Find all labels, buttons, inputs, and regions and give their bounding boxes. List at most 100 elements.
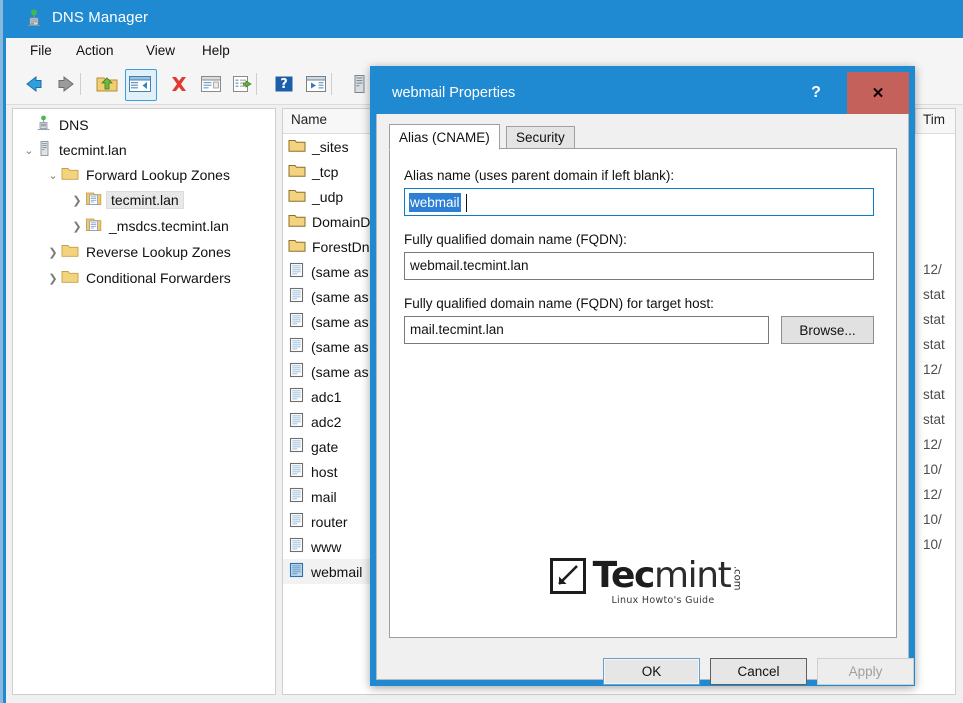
list-item[interactable]: webmail — [283, 559, 381, 584]
toolbar-separator — [331, 73, 332, 95]
list-item[interactable]: (same as — [283, 284, 369, 309]
record-icon — [288, 537, 305, 556]
list-item-name: _sites — [312, 139, 349, 155]
fqdn-input[interactable]: webmail.tecmint.lan — [404, 252, 874, 280]
list-item-name: _tcp — [312, 164, 338, 180]
target-host-value: mail.tecmint.lan — [410, 322, 504, 337]
list-item[interactable]: ForestDn — [283, 234, 370, 259]
list-item[interactable]: host — [283, 459, 337, 484]
tree-item-label: Forward Lookup Zones — [84, 167, 232, 183]
watermark-brand-light: mint — [654, 555, 730, 596]
ok-button[interactable]: OK — [603, 658, 700, 685]
column-header-timestamp[interactable]: Tim — [923, 112, 945, 127]
tecmint-logo-icon — [550, 558, 586, 594]
record-icon — [288, 412, 305, 431]
window-title: DNS Manager — [52, 9, 148, 26]
dialog-titlebar: webmail Properties ? ✕ — [376, 72, 909, 114]
record-icon-selected — [288, 562, 305, 581]
delete-icon[interactable] — [166, 71, 192, 97]
list-item[interactable]: (same as — [283, 334, 369, 359]
apply-button[interactable]: Apply — [817, 658, 914, 685]
watermark-brand: Tecmint — [593, 558, 731, 594]
record-icon — [288, 487, 305, 506]
back-icon[interactable] — [20, 71, 46, 97]
list-item-name: (same as — [311, 339, 369, 355]
list-item[interactable]: (same as — [283, 359, 369, 384]
window-left-edge — [0, 0, 6, 703]
list-item[interactable]: mail — [283, 484, 337, 509]
forward-icon[interactable] — [54, 71, 80, 97]
tab-security[interactable]: Security — [506, 126, 575, 149]
list-item-timestamp: 12/ — [923, 262, 942, 277]
tree-item-dns[interactable]: DNS — [13, 113, 91, 137]
list-item[interactable]: (same as — [283, 259, 369, 284]
dialog-tabstrip: Alias (CNAME) Security — [389, 124, 897, 149]
tree-chevron-expanded-icon[interactable]: ⌄ — [45, 169, 61, 182]
list-item-name: mail — [311, 489, 337, 505]
properties-icon[interactable] — [198, 71, 224, 97]
tree-item-zone-msdcs-tecmint-lan[interactable]: ❯ _msdcs.tecmint.lan — [13, 214, 231, 238]
tree-item-label: Conditional Forwarders — [84, 270, 233, 286]
cancel-button[interactable]: Cancel — [710, 658, 807, 685]
record-icon — [288, 362, 305, 381]
show-hide-tree-icon[interactable] — [127, 71, 153, 97]
list-item[interactable]: _tcp — [283, 159, 338, 184]
tree-chevron-expanded-icon[interactable]: ⌄ — [21, 144, 37, 157]
tree-item-tecmint-lan-server[interactable]: ⌄ tecmint.lan — [13, 138, 129, 162]
dialog-body: Alias (CNAME) Security Alias name (uses … — [376, 114, 909, 680]
record-icon — [288, 437, 305, 456]
tab-label: Security — [516, 130, 565, 145]
tree-item-label: Reverse Lookup Zones — [84, 244, 233, 260]
menu-file[interactable]: File — [24, 42, 58, 59]
list-item-timestamp: 12/ — [923, 437, 942, 452]
menu-view-label: View — [146, 43, 175, 58]
list-item[interactable]: (same as — [283, 309, 369, 334]
list-item[interactable]: _sites — [283, 134, 349, 159]
tree-chevron-collapsed-icon[interactable]: ❯ — [69, 194, 85, 207]
list-item-name: host — [311, 464, 337, 480]
list-item[interactable]: _udp — [283, 184, 343, 209]
list-item[interactable]: gate — [283, 434, 338, 459]
dialog-close-button[interactable]: ✕ — [847, 72, 909, 114]
tree-chevron-collapsed-icon[interactable]: ❯ — [69, 220, 85, 233]
column-header-name[interactable]: Name — [291, 112, 327, 127]
tree-chevron-collapsed-icon[interactable]: ❯ — [45, 272, 61, 285]
server-icon[interactable] — [346, 71, 372, 97]
dialog-help-button[interactable]: ? — [785, 72, 847, 114]
list-item-name: webmail — [311, 564, 362, 580]
export-list-icon[interactable] — [230, 71, 256, 97]
tree-item-conditional-forwarders[interactable]: ❯ Conditional Forwarders — [13, 266, 233, 290]
menu-file-label: File — [30, 43, 52, 58]
list-item[interactable]: DomainD — [283, 209, 370, 234]
list-item-name: adc2 — [311, 414, 341, 430]
question-mark-icon: ? — [811, 84, 821, 102]
column-divider[interactable] — [915, 109, 916, 133]
window-titlebar: DNS Manager — [6, 0, 963, 38]
menu-view[interactable]: View — [140, 42, 181, 59]
tree-item-reverse-lookup-zones[interactable]: ❯ Reverse Lookup Zones — [13, 240, 233, 264]
list-item-timestamp: 10/ — [923, 537, 942, 552]
tree-item-zone-tecmint-lan[interactable]: ❯ tecmint.lan — [13, 188, 184, 212]
apply-button-label: Apply — [849, 664, 883, 679]
menu-action[interactable]: Action — [70, 42, 120, 59]
help-icon[interactable]: ? — [271, 71, 297, 97]
list-item[interactable]: www — [283, 534, 341, 559]
console-tree-panel[interactable]: DNS ⌄ tecmint.lan ⌄ — [12, 108, 276, 695]
list-item[interactable]: adc2 — [283, 409, 341, 434]
tab-alias-cname[interactable]: Alias (CNAME) — [389, 124, 500, 150]
tree-item-forward-lookup-zones[interactable]: ⌄ Forward Lookup Zones — [13, 163, 232, 187]
up-one-level-icon[interactable] — [94, 71, 120, 97]
alias-name-input[interactable]: webmail — [404, 188, 874, 216]
browse-button[interactable]: Browse... — [781, 316, 874, 344]
tree-chevron-collapsed-icon[interactable]: ❯ — [45, 246, 61, 259]
list-item[interactable]: adc1 — [283, 384, 341, 409]
toolbar-separator — [256, 73, 257, 95]
tab-label: Alias (CNAME) — [399, 130, 490, 145]
menu-help[interactable]: Help — [196, 42, 236, 59]
list-item-name: adc1 — [311, 389, 341, 405]
run-console-icon[interactable] — [303, 71, 329, 97]
target-host-fqdn-input[interactable]: mail.tecmint.lan — [404, 316, 769, 344]
list-item[interactable]: router — [283, 509, 348, 534]
list-item-name: gate — [311, 439, 338, 455]
record-icon — [288, 262, 305, 281]
